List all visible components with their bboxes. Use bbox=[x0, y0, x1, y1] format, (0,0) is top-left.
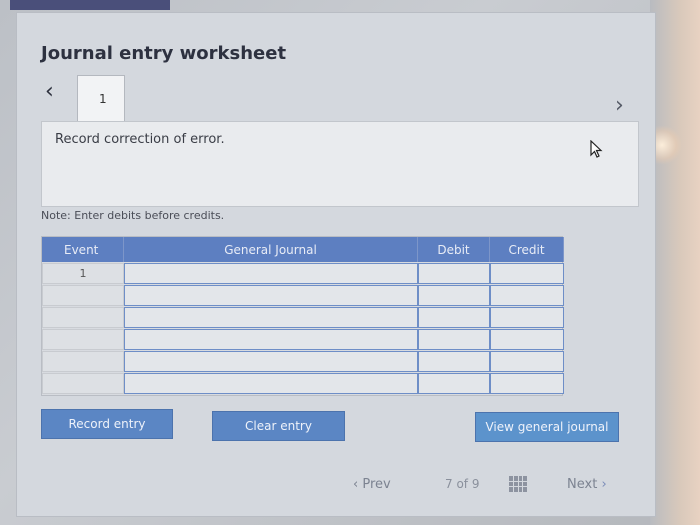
credit-input[interactable] bbox=[490, 351, 564, 372]
table-row bbox=[42, 373, 564, 394]
note-text: Note: Enter debits before credits. bbox=[41, 209, 225, 222]
account-input[interactable] bbox=[124, 263, 418, 284]
table-row bbox=[42, 329, 564, 350]
worksheet-panel: Journal entry worksheet ‹ 1 › Record cor… bbox=[16, 12, 656, 517]
chevron-right-icon: › bbox=[601, 477, 607, 492]
event-cell: 1 bbox=[42, 263, 124, 284]
screen-edge bbox=[650, 0, 700, 525]
mouse-cursor-icon bbox=[590, 140, 603, 158]
chevron-left-icon[interactable]: ‹ bbox=[45, 79, 54, 104]
table-row bbox=[42, 307, 564, 328]
tab-1[interactable]: 1 bbox=[77, 75, 125, 121]
debit-input[interactable] bbox=[418, 351, 490, 372]
chevron-left-icon: ‹ bbox=[353, 477, 359, 492]
account-input[interactable] bbox=[124, 329, 418, 350]
account-input[interactable] bbox=[124, 285, 418, 306]
prev-button[interactable]: ‹ Prev bbox=[353, 477, 391, 492]
event-cell bbox=[42, 285, 124, 306]
credit-input[interactable] bbox=[490, 263, 564, 284]
instruction-text: Record correction of error. bbox=[55, 132, 225, 147]
tab-label: 1 bbox=[99, 92, 107, 106]
debit-input[interactable] bbox=[418, 307, 490, 328]
debit-input[interactable] bbox=[418, 329, 490, 350]
debit-input[interactable] bbox=[418, 285, 490, 306]
chevron-right-icon[interactable]: › bbox=[615, 93, 624, 118]
table-row bbox=[42, 285, 564, 306]
debit-input[interactable] bbox=[418, 263, 490, 284]
event-cell bbox=[42, 351, 124, 372]
page-count: 7 of 9 bbox=[445, 477, 480, 491]
top-bar bbox=[10, 0, 170, 10]
record-entry-button[interactable]: Record entry bbox=[41, 409, 173, 439]
account-input[interactable] bbox=[124, 351, 418, 372]
event-cell bbox=[42, 307, 124, 328]
account-input[interactable] bbox=[124, 373, 418, 394]
next-label: Next bbox=[567, 477, 598, 492]
header-general-journal: General Journal bbox=[124, 237, 418, 262]
header-debit: Debit bbox=[418, 237, 490, 262]
credit-input[interactable] bbox=[490, 307, 564, 328]
table-row bbox=[42, 351, 564, 372]
debit-input[interactable] bbox=[418, 373, 490, 394]
header-event: Event bbox=[42, 237, 124, 262]
clear-entry-button[interactable]: Clear entry bbox=[212, 411, 345, 441]
journal-table: Event General Journal Debit Credit 1 bbox=[41, 236, 564, 396]
table-row: 1 bbox=[42, 263, 564, 284]
grid-icon[interactable] bbox=[509, 476, 527, 492]
account-input[interactable] bbox=[124, 307, 418, 328]
credit-input[interactable] bbox=[490, 329, 564, 350]
instruction-box: Record correction of error. bbox=[41, 121, 639, 207]
prev-label: Prev bbox=[362, 477, 391, 492]
next-button[interactable]: Next › bbox=[567, 477, 607, 492]
view-general-journal-button[interactable]: View general journal bbox=[475, 412, 619, 442]
credit-input[interactable] bbox=[490, 285, 564, 306]
credit-input[interactable] bbox=[490, 373, 564, 394]
header-credit: Credit bbox=[490, 237, 564, 262]
event-cell bbox=[42, 373, 124, 394]
worksheet-title: Journal entry worksheet bbox=[41, 43, 287, 64]
event-cell bbox=[42, 329, 124, 350]
